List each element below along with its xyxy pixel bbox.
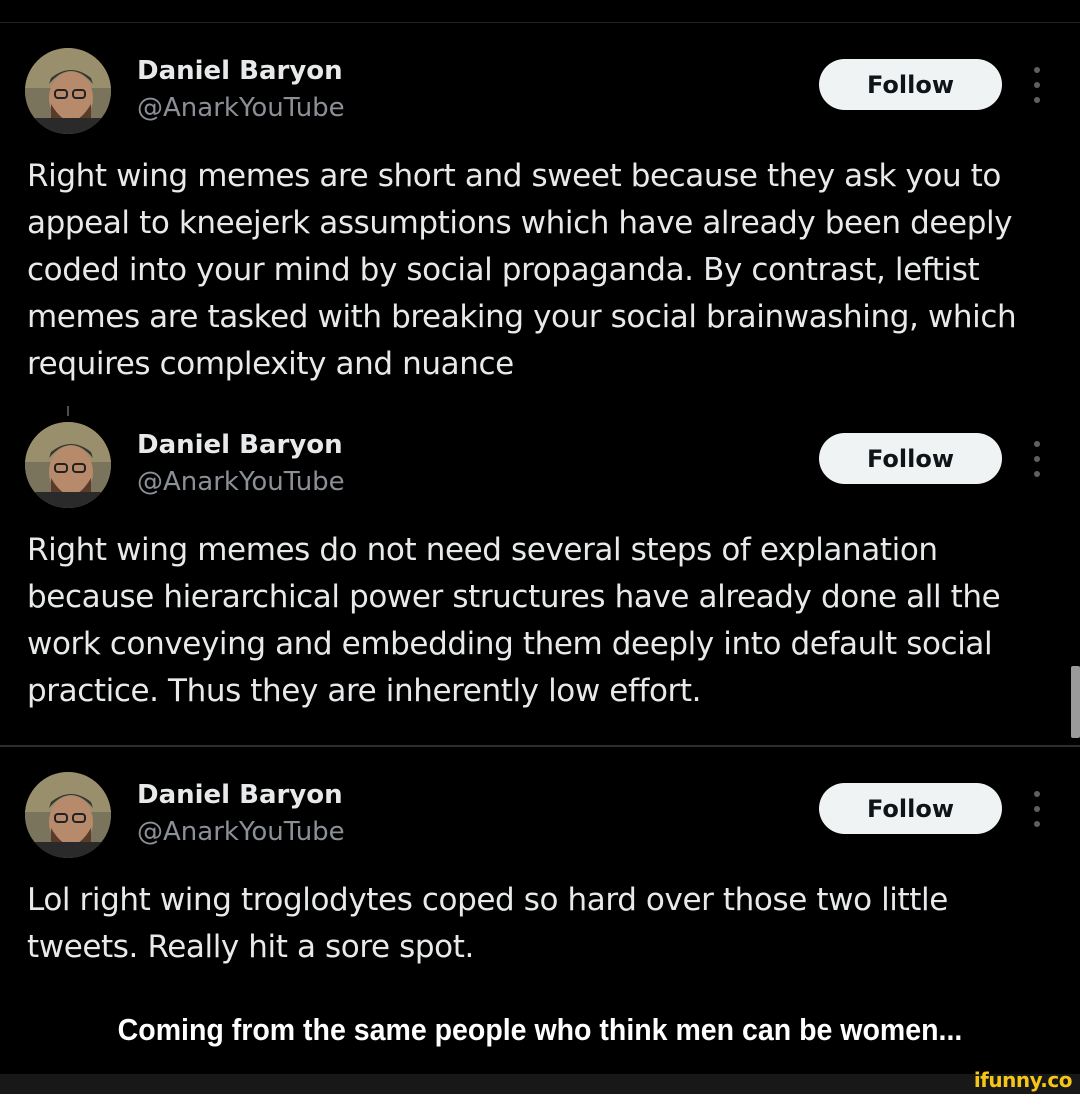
author-name[interactable]: Daniel Baryon (137, 780, 343, 810)
tweet-text: Right wing memes do not need several ste… (27, 532, 1001, 709)
more-vertical-icon[interactable] (1028, 441, 1046, 477)
avatar[interactable] (25, 48, 111, 134)
avatar[interactable] (25, 772, 111, 858)
scrollbar-thumb[interactable] (1071, 666, 1080, 738)
follow-button[interactable]: Follow (819, 433, 1002, 484)
thread-connector (67, 406, 69, 416)
tweet-text: Lol right wing troglodytes coped so hard… (27, 882, 948, 965)
author-name[interactable]: Daniel Baryon (137, 430, 343, 460)
meme-caption: Coming from the same people who think me… (117, 1012, 963, 1047)
author-name[interactable]: Daniel Baryon (137, 56, 343, 86)
footer-bar (0, 1074, 1080, 1094)
top-divider (0, 22, 1080, 23)
tweet-text: Right wing memes are short and sweet bec… (27, 158, 1017, 382)
author-handle[interactable]: @AnarkYouTube (137, 817, 345, 847)
ifunny-watermark: ifunny.co (973, 1068, 1073, 1092)
follow-button[interactable]: Follow (819, 59, 1002, 110)
follow-button[interactable]: Follow (819, 783, 1002, 834)
avatar[interactable] (25, 422, 111, 508)
more-vertical-icon[interactable] (1028, 791, 1046, 827)
author-handle[interactable]: @AnarkYouTube (137, 467, 345, 497)
author-handle[interactable]: @AnarkYouTube (137, 93, 345, 123)
more-vertical-icon[interactable] (1028, 67, 1046, 103)
divider (0, 745, 1080, 747)
